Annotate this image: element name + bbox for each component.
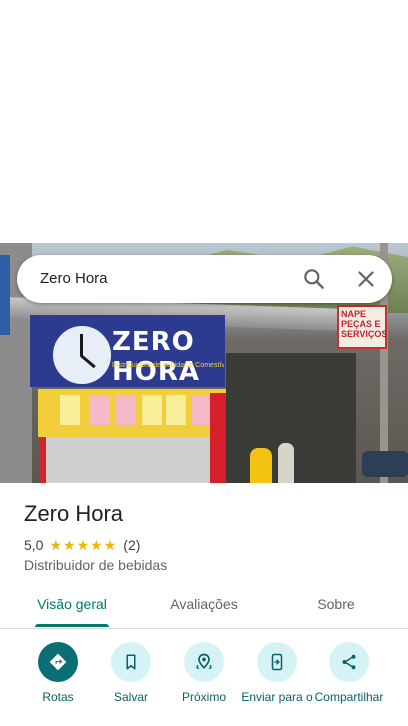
photo-poster: [192, 395, 212, 425]
save-button[interactable]: Salvar: [92, 642, 170, 726]
rating-stars: ★ ★ ★ ★ ★: [49, 536, 117, 554]
search-input[interactable]: Zero Hora: [40, 269, 108, 289]
send-to-phone-label: Enviar para o: [241, 690, 313, 704]
photo-car: [362, 451, 408, 477]
send-to-phone-icon: [257, 642, 297, 682]
rating-row[interactable]: 5,0 ★ ★ ★ ★ ★ (2): [24, 535, 140, 555]
share-icon: [329, 642, 369, 682]
search-bar[interactable]: Zero Hora: [17, 255, 392, 303]
directions-button[interactable]: Rotas: [19, 642, 97, 726]
photo-pillar: [210, 393, 226, 483]
tab-reviews[interactable]: Avaliações: [154, 582, 254, 628]
photo-person: [250, 448, 272, 483]
star-icon: ★: [63, 537, 76, 553]
review-count[interactable]: (2): [123, 537, 140, 553]
photo-sign-sub: Distribuidora de bebidas e Comestíveis e…: [112, 362, 224, 369]
close-icon[interactable]: [353, 266, 379, 292]
photo-sign-main: ZERO HORA: [112, 327, 201, 387]
save-label: Salvar: [113, 690, 148, 704]
photo-poster: [142, 395, 162, 425]
place-title: Zero Hora: [24, 501, 124, 526]
star-icon: ★: [76, 537, 90, 553]
photo-person: [278, 443, 294, 483]
photo-poster: [60, 395, 80, 425]
nearby-label: Próximo: [181, 690, 226, 704]
tab-about[interactable]: Sobre: [296, 582, 376, 628]
directions-icon: [38, 642, 78, 682]
tab-overview[interactable]: Visão geral: [22, 582, 122, 628]
send-to-phone-button[interactable]: Enviar para o: [238, 642, 316, 726]
place-category: Distribuidor de bebidas: [24, 557, 168, 573]
directions-label: Rotas: [42, 690, 74, 704]
share-button[interactable]: Compartilhar: [310, 642, 388, 726]
clock-icon: [50, 323, 114, 387]
photo-poster: [90, 395, 110, 425]
tab-bar: Visão geral Avaliações Sobre: [0, 582, 408, 629]
photo-sign: [0, 255, 10, 335]
rating-value: 5,0: [24, 537, 44, 553]
photo-counter: [40, 437, 232, 483]
share-label: Compartilhar: [314, 690, 384, 704]
star-icon: ★: [49, 537, 63, 553]
active-tab-indicator: [35, 624, 109, 627]
bookmark-icon: [111, 642, 151, 682]
photo-poster: [116, 395, 136, 425]
star-icon: ★: [90, 537, 103, 553]
photo-poster: [166, 395, 186, 425]
nearby-button[interactable]: Próximo: [165, 642, 243, 726]
star-icon: ★: [103, 537, 117, 553]
photo-sign-right-text: NAPE PEÇAS E SERVIÇOS: [341, 309, 388, 339]
nearby-icon: [184, 642, 224, 682]
search-icon[interactable]: [301, 266, 327, 292]
map-area[interactable]: [0, 0, 408, 243]
